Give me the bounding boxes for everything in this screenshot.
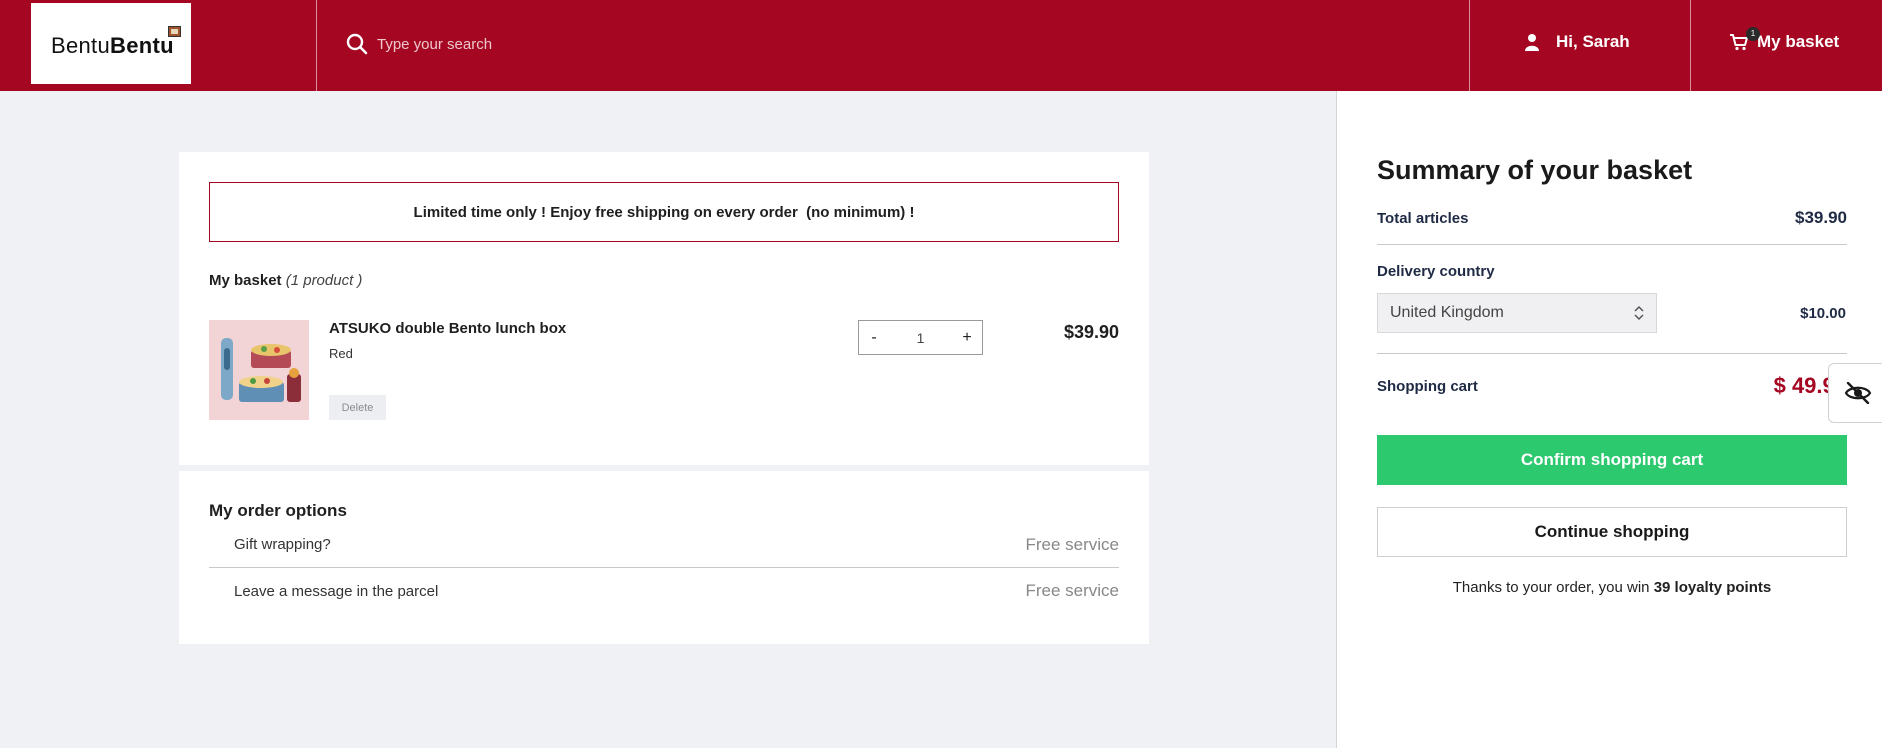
user-icon — [1525, 34, 1539, 51]
delivery-country-select[interactable]: United Kingdom — [1377, 293, 1657, 333]
site-header: BentuBentu Hi, Sarah My basket 1 — [0, 0, 1882, 91]
total-articles-row: Total articles $39.90 — [1377, 208, 1847, 228]
decrease-quantity-button[interactable]: - — [859, 321, 889, 354]
loyalty-message: Thanks to your order, you win 39 loyalty… — [1377, 579, 1847, 596]
delivery-country-label: Delivery country — [1377, 263, 1495, 280]
summary-divider — [1377, 244, 1847, 245]
continue-shopping-button[interactable]: Continue shopping — [1377, 507, 1847, 557]
basket-count-badge: 1 — [1746, 27, 1760, 41]
quantity-value[interactable]: 1 — [917, 330, 925, 346]
order-options-title: My order options — [209, 501, 347, 520]
basket-panel: Limited time only ! Enjoy free shipping … — [179, 152, 1149, 465]
increase-quantity-button[interactable]: + — [952, 321, 982, 354]
option-row-parcel-message[interactable]: Leave a message in the parcel Free servi… — [209, 568, 1119, 614]
quantity-stepper: - 1 + — [858, 320, 983, 355]
option-row-gift-wrapping[interactable]: Gift wrapping? Free service — [209, 522, 1119, 568]
search-input[interactable] — [377, 30, 977, 58]
option-value: Free service — [1025, 581, 1119, 600]
chevron-up-down-icon — [1634, 305, 1644, 321]
search-icon[interactable] — [346, 33, 368, 55]
header-divider — [316, 0, 317, 91]
basket-summary: Summary of your basket Total articles $3… — [1336, 91, 1882, 748]
header-divider — [1690, 0, 1691, 91]
order-options-panel: My order options Gift wrapping? Free ser… — [179, 471, 1149, 644]
bento-box-icon — [168, 26, 181, 37]
product-price: $39.90 — [1063, 322, 1119, 342]
option-label: Leave a message in the parcel — [234, 582, 439, 600]
option-label: Gift wrapping? — [234, 536, 331, 553]
product-name[interactable]: ATSUKO double Bento lunch box — [329, 320, 566, 337]
shopping-cart-label: Shopping cart — [1377, 377, 1478, 395]
option-value: Free service — [1025, 534, 1119, 554]
account-link[interactable]: Hi, Sarah — [1525, 32, 1630, 52]
basket-product-count: (1 product ) — [285, 272, 363, 289]
accessibility-toggle[interactable] — [1828, 363, 1882, 423]
shopping-cart-total-row: Shopping cart $ 49.90 — [1377, 373, 1847, 399]
user-greeting: Hi, Sarah — [1556, 32, 1630, 51]
bento-product-illustration — [209, 320, 309, 420]
logo[interactable]: BentuBentu — [31, 3, 191, 84]
product-image[interactable] — [209, 320, 309, 420]
summary-title: Summary of your basket — [1377, 155, 1693, 185]
confirm-cart-button[interactable]: Confirm shopping cart — [1377, 435, 1847, 485]
delivery-country-value: United Kingdom — [1390, 304, 1504, 321]
promo-banner: Limited time only ! Enjoy free shipping … — [209, 182, 1119, 242]
delete-product-button[interactable]: Delete — [329, 395, 386, 420]
basket-label: My basket — [1757, 32, 1840, 51]
logo-text: BentuBentu — [51, 33, 174, 58]
basket-title: My basket — [209, 272, 282, 289]
loyalty-text: Thanks to your order, you win — [1452, 579, 1654, 596]
eye-off-icon — [1844, 382, 1872, 404]
delivery-price: $10.00 — [1800, 305, 1846, 322]
basket-heading: My basket (1 product ) — [209, 272, 362, 289]
total-articles-label: Total articles — [1377, 209, 1469, 227]
total-articles-value: $39.90 — [1795, 208, 1847, 227]
product-variant: Red — [329, 346, 353, 361]
header-divider — [1469, 0, 1470, 91]
loyalty-points: 39 loyalty points — [1653, 579, 1772, 596]
summary-divider — [1377, 353, 1847, 354]
